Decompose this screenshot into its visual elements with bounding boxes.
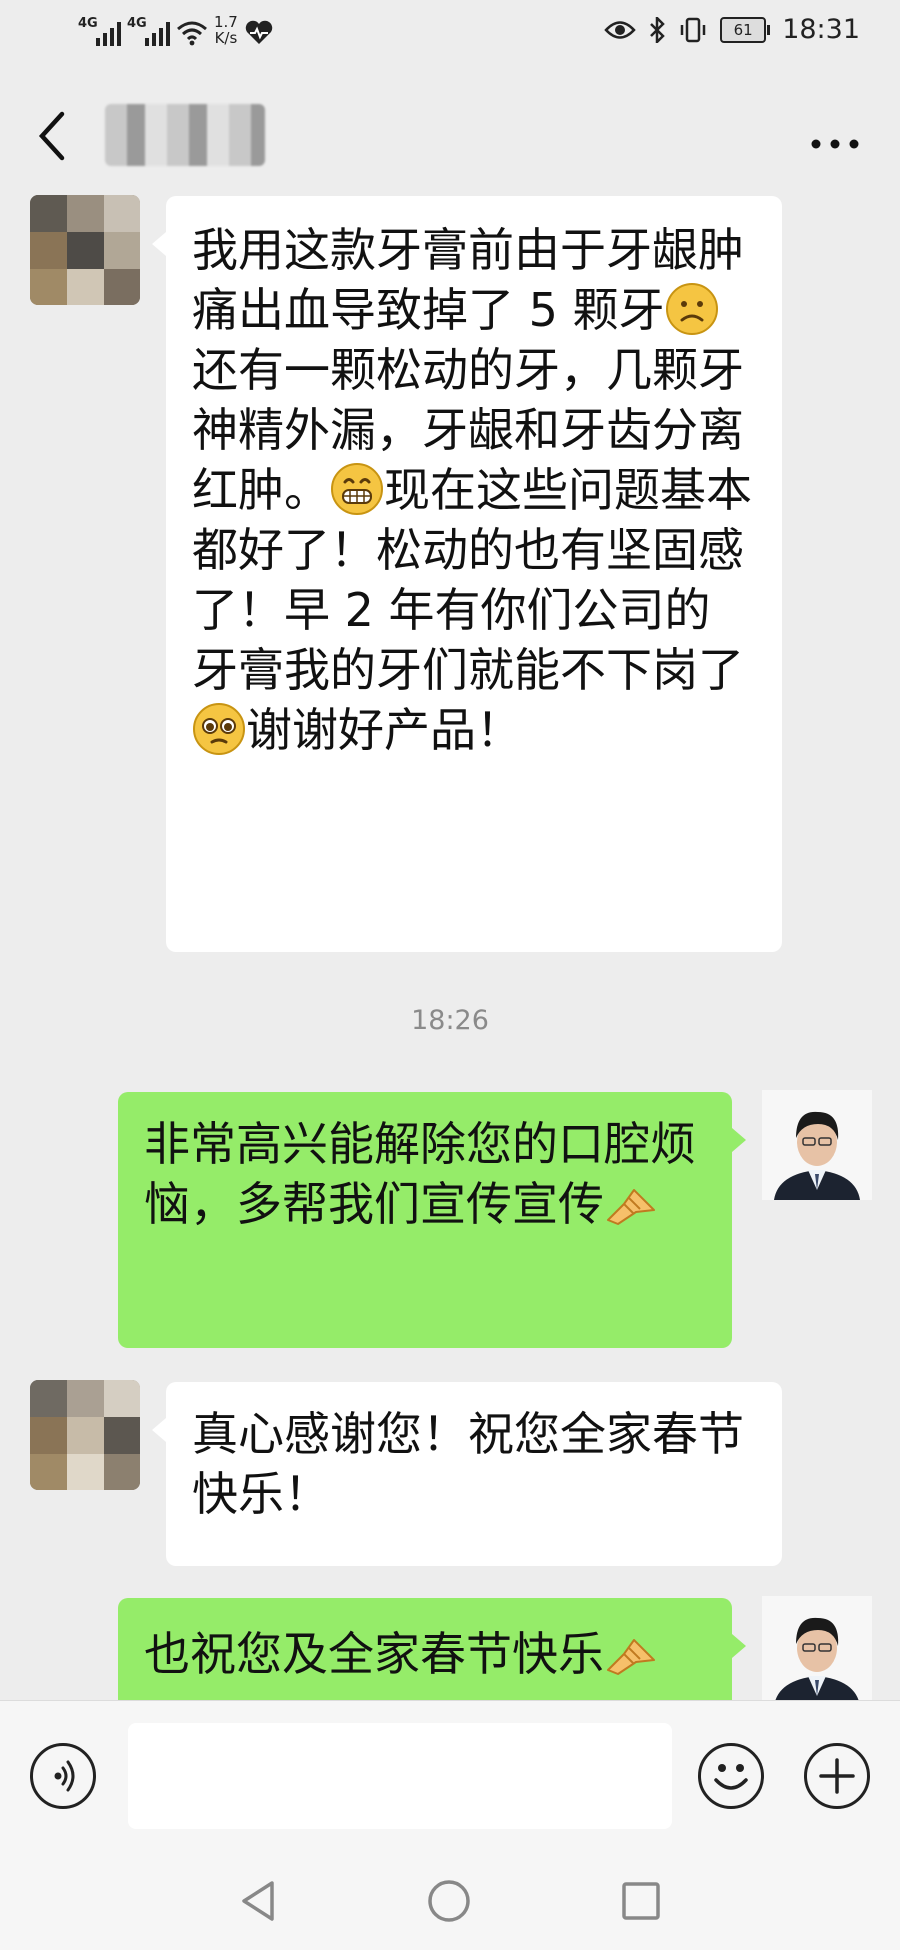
more-options-button[interactable] (810, 122, 860, 152)
message-text: 也祝您及全家春节快乐 (144, 1627, 604, 1681)
vibrate-icon (680, 17, 706, 42)
status-bar: 4G 4G 1.7 K/s 61 18:31 (0, 0, 900, 70)
message-text: 我用这款牙膏前由于牙龈肿痛出血导致掉了 5 颗牙 (192, 223, 744, 337)
message-text: 谢谢好产品！ (246, 703, 522, 757)
network-speed: 1.7 K/s (214, 14, 238, 46)
person-icon (762, 1596, 872, 1706)
pleading-face-emoji (193, 703, 245, 755)
status-time: 18:31 (782, 14, 860, 45)
network-type-label: 4G (78, 16, 98, 31)
chat-timestamp: 18:26 (411, 1005, 489, 1036)
plus-icon (819, 1758, 855, 1794)
ellipsis-icon (811, 139, 859, 149)
triangle-back-icon[interactable] (236, 1878, 280, 1924)
pointing-hand-emoji (607, 1639, 655, 1675)
sad-face-emoji (665, 283, 718, 335)
status-right: 61 18:31 (604, 14, 860, 45)
person-icon (762, 1090, 872, 1200)
battery-level: 61 (720, 16, 767, 43)
network-type-label: 4G (127, 16, 147, 31)
voice-button[interactable] (30, 1743, 96, 1809)
emoji-button[interactable] (698, 1743, 764, 1809)
signal-icon: 4G (78, 16, 121, 46)
grin-face-emoji (331, 463, 383, 515)
back-button[interactable] (34, 110, 74, 162)
my-avatar[interactable] (762, 1596, 872, 1706)
status-left: 4G 4G 1.7 K/s (78, 14, 274, 46)
chat-header (0, 70, 900, 200)
message-bubble-outgoing[interactable]: 非常高兴能解除您的口腔烦恼，多帮我们宣传宣传 (118, 1092, 746, 1348)
voice-icon (54, 1760, 75, 1792)
contact-name-pixelated (105, 104, 265, 166)
system-nav-bar (0, 1850, 900, 1950)
eye-icon (604, 20, 636, 39)
my-avatar[interactable] (762, 1090, 872, 1200)
battery-icon: 61 (720, 16, 771, 43)
signal-icon: 4G (127, 16, 170, 46)
contact-avatar[interactable] (30, 195, 140, 305)
wifi-icon (177, 21, 207, 46)
speed-unit: K/s (214, 29, 238, 47)
smiley-icon (714, 1764, 748, 1790)
message-bubble-incoming[interactable]: 我用这款牙膏前由于牙龈肿痛出血导致掉了 5 颗牙 还有一颗松动的牙，几颗牙神精外… (152, 196, 782, 952)
message-bubble-incoming[interactable]: 真心感谢您！祝您全家春节快乐！ (152, 1382, 782, 1566)
bluetooth-icon (650, 16, 665, 43)
more-actions-button[interactable] (804, 1743, 870, 1809)
message-text: 真心感谢您！祝您全家春节快乐！ (192, 1407, 744, 1521)
pointing-hand-emoji (607, 1189, 655, 1225)
contact-avatar[interactable] (30, 1380, 140, 1490)
chat-input-bar (0, 1700, 900, 1851)
circle-home-icon[interactable] (426, 1878, 472, 1924)
square-recents-icon[interactable] (620, 1880, 662, 1922)
heart-pulse-icon (245, 20, 273, 44)
message-input[interactable] (128, 1723, 672, 1829)
